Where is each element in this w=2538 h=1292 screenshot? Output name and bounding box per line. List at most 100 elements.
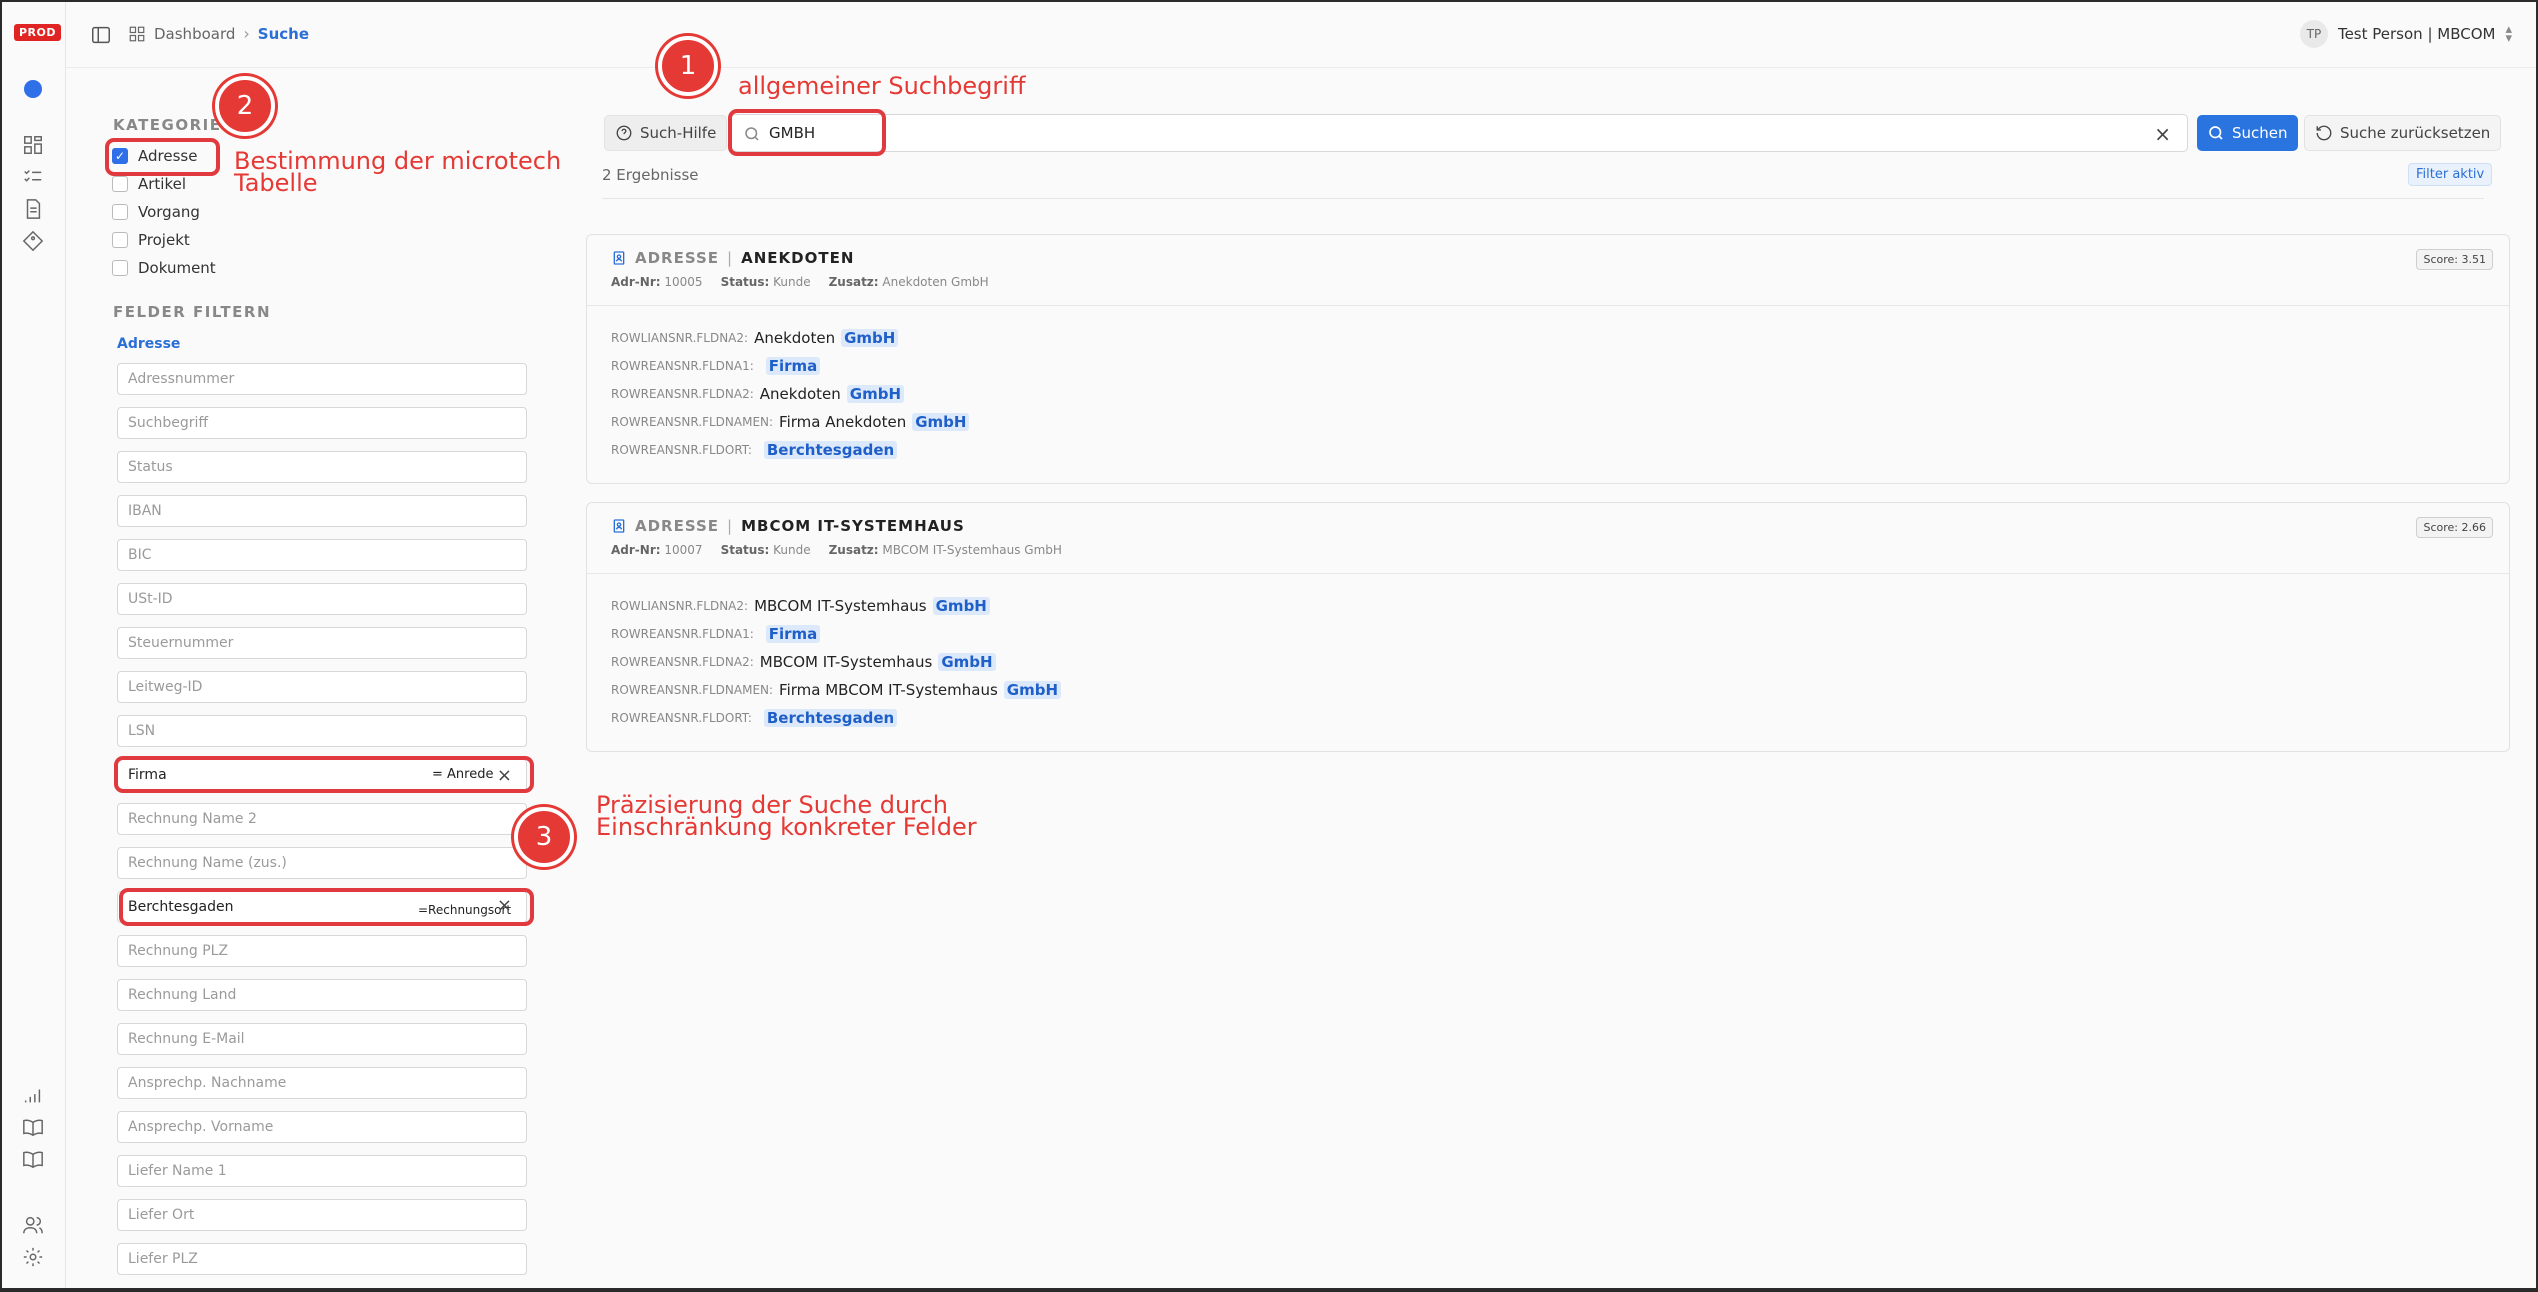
annotation-label-3: Präzisierung der Suche durch Einschränku… [596, 793, 977, 839]
result-card[interactable]: ADRESSE | ANEKDOTEN Adr-Nr: 10005 Status… [586, 234, 2510, 484]
match-text: Anekdoten [754, 329, 836, 347]
match-text: Anekdoten [759, 385, 841, 403]
manual-icon[interactable] [22, 1148, 44, 1170]
reset-search-button[interactable]: Suche zurücksetzen [2304, 115, 2502, 151]
checkbox[interactable] [112, 260, 128, 276]
field-input[interactable] [118, 496, 526, 526]
icon-rail: PROD [2, 2, 66, 1288]
category-vorgang[interactable]: Vorgang [112, 203, 200, 221]
annotation-label-1: allgemeiner Suchbegriff [738, 72, 1026, 100]
field-ust-id[interactable] [117, 583, 527, 615]
dashboard-crumb-icon [129, 26, 145, 41]
search-field[interactable]: × [730, 114, 2188, 152]
result-name[interactable]: MBCOM IT-SYSTEMHAUS [741, 517, 965, 535]
tag-icon[interactable] [22, 230, 44, 252]
users-icon[interactable] [22, 1214, 44, 1236]
score-badge: Score: 3.51 [2416, 249, 2493, 270]
checkbox[interactable] [112, 176, 128, 192]
field-input[interactable] [118, 672, 526, 702]
document-icon[interactable] [22, 198, 44, 220]
field-steuernummer[interactable] [117, 627, 527, 659]
search-button-label: Suchen [2232, 124, 2288, 142]
settings-icon[interactable] [22, 1246, 44, 1268]
field-rechnung-plz[interactable] [117, 935, 527, 967]
divider [602, 198, 2484, 199]
meta-value: MBCOM IT-Systemhaus GmbH [882, 543, 1062, 557]
field-input[interactable] [118, 1156, 526, 1186]
app-window: PROD Dashboard › Suche TP Test Person | … [2, 2, 2536, 1288]
match-text: MBCOM IT-Systemhaus [759, 653, 933, 671]
field-input[interactable] [118, 1112, 526, 1142]
annotation-box-rechnungsort [119, 888, 534, 926]
match-row: ROWREANSNR.FLDNAMEN: Firma Anekdoten GmbH [611, 413, 970, 431]
field-input[interactable] [118, 1200, 526, 1230]
field-leitweg-id[interactable] [117, 671, 527, 703]
field-rechnung-email[interactable] [117, 1023, 527, 1055]
filter-subtitle: Adresse [117, 336, 181, 352]
field-input[interactable] [118, 584, 526, 614]
category-dokument[interactable]: Dokument [112, 259, 216, 277]
dashboard-icon[interactable] [22, 134, 44, 156]
category-projekt[interactable]: Projekt [112, 231, 190, 249]
tasks-icon[interactable] [22, 166, 44, 188]
match-highlight: GmbH [1003, 681, 1061, 699]
field-input[interactable] [118, 980, 526, 1010]
field-input[interactable] [118, 848, 526, 878]
field-input[interactable] [118, 1024, 526, 1054]
chart-icon[interactable] [22, 1084, 44, 1106]
meta-label: Zusatz: [828, 543, 879, 557]
field-rechnung-name-2[interactable] [117, 803, 527, 835]
user-menu[interactable]: TP Test Person | MBCOM ▴ ▾ [2299, 20, 2512, 48]
result-header: ADRESSE | MBCOM IT-SYSTEMHAUS [611, 517, 965, 535]
match-highlight: GmbH [938, 653, 996, 671]
result-name[interactable]: ANEKDOTEN [741, 249, 854, 267]
match-row: ROWREANSNR.FLDNA2: MBCOM IT-Systemhaus Gmb… [611, 653, 996, 671]
match-field: ROWREANSNR.FLDNAMEN: [611, 415, 774, 429]
sidebar-toggle-icon[interactable] [90, 24, 112, 46]
meta-value: Anekdoten GmbH [882, 275, 989, 289]
avatar: TP [2299, 20, 2328, 48]
field-input[interactable] [118, 628, 526, 658]
search-help-button[interactable]: Such-Hilfe [604, 115, 728, 151]
search-input[interactable] [731, 115, 2042, 151]
search-button[interactable]: Suchen [2197, 115, 2298, 151]
field-adressnummer[interactable] [117, 363, 527, 395]
checkbox[interactable] [112, 232, 128, 248]
field-liefer-name-1[interactable] [117, 1155, 527, 1187]
clear-search-icon[interactable]: × [2154, 122, 2171, 146]
field-input[interactable] [118, 804, 526, 834]
field-input[interactable] [118, 540, 526, 570]
match-field: ROWREANSNR.FLDNAMEN: [611, 683, 774, 697]
field-bic[interactable] [117, 539, 527, 571]
field-input[interactable] [118, 408, 526, 438]
field-suchbegriff[interactable] [117, 407, 527, 439]
field-rechnung-name-zus[interactable] [117, 847, 527, 879]
category-artikel[interactable]: Artikel [112, 175, 186, 193]
field-rechnung-land[interactable] [117, 979, 527, 1011]
field-ansprechp-nachname[interactable] [117, 1067, 527, 1099]
field-input[interactable] [118, 1068, 526, 1098]
field-liefer-plz[interactable] [117, 1243, 527, 1275]
app-logo[interactable] [24, 80, 42, 98]
score-badge: Score: 2.66 [2416, 517, 2493, 538]
filter-active-badge[interactable]: Filter aktiv [2408, 163, 2493, 186]
field-iban[interactable] [117, 495, 527, 527]
checkbox[interactable] [112, 204, 128, 220]
field-status[interactable] [117, 451, 527, 483]
result-meta: Adr-Nr: 10005 Status: Kunde Zusatz: Anek… [611, 275, 989, 289]
field-liefer-ort[interactable] [117, 1199, 527, 1231]
result-count: 2 Ergebnisse [602, 166, 699, 184]
field-ansprechp-vorname[interactable] [117, 1111, 527, 1143]
field-input[interactable] [118, 364, 526, 394]
field-input[interactable] [118, 716, 526, 746]
field-input[interactable] [118, 452, 526, 482]
match-field: ROWREANSNR.FLDNA2: [611, 655, 754, 669]
result-card[interactable]: ADRESSE | MBCOM IT-SYSTEMHAUS Adr-Nr: 10… [586, 502, 2510, 752]
meta-label: Status: [720, 275, 770, 289]
chevron-right-icon: › [243, 24, 250, 43]
field-lsn[interactable] [117, 715, 527, 747]
field-input[interactable] [118, 936, 526, 966]
book-icon[interactable] [22, 1116, 44, 1138]
field-input[interactable] [118, 1244, 526, 1274]
breadcrumb-dashboard[interactable]: Dashboard [154, 25, 235, 43]
